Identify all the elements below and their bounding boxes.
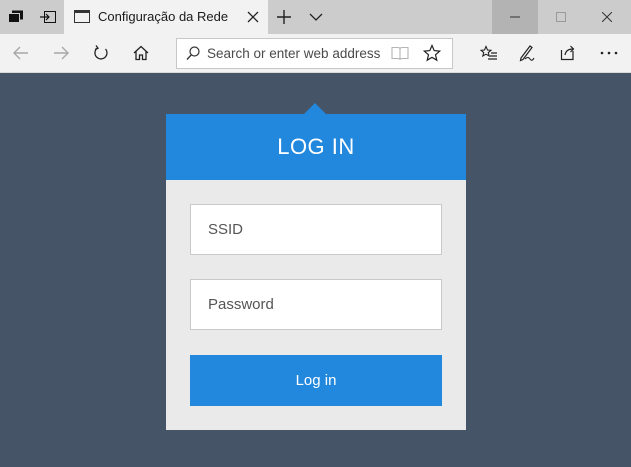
login-card: LOG IN Log in — [166, 114, 466, 430]
tab-manager-icon — [8, 10, 23, 23]
password-field[interactable] — [190, 279, 442, 330]
favorites-list-icon — [480, 45, 497, 60]
share-icon — [560, 45, 575, 61]
new-tab-button[interactable] — [268, 0, 300, 34]
refresh-button[interactable] — [82, 34, 120, 72]
plus-icon — [277, 10, 291, 24]
minimize-button[interactable] — [492, 0, 538, 34]
minimize-icon — [510, 16, 520, 18]
browser-toolbar — [0, 34, 631, 73]
refresh-icon — [94, 45, 108, 60]
share-button[interactable] — [550, 34, 588, 72]
notes-button[interactable] — [508, 34, 546, 72]
back-arrow-icon — [13, 46, 28, 60]
browser-titlebar: Configuração da Rede — [0, 0, 631, 34]
maximize-button[interactable] — [538, 0, 584, 34]
book-icon — [391, 46, 409, 61]
ellipsis-icon — [600, 51, 618, 55]
tab-manager-button[interactable] — [0, 0, 32, 34]
tab-list-button[interactable] — [300, 0, 332, 34]
close-tab-button[interactable] — [238, 0, 268, 34]
more-button[interactable] — [590, 34, 628, 72]
ssid-field[interactable] — [190, 204, 442, 255]
close-icon — [247, 11, 259, 23]
pen-icon — [519, 45, 535, 62]
page-icon — [74, 10, 90, 23]
set-aside-tabs-button[interactable] — [32, 0, 64, 34]
home-button[interactable] — [122, 34, 160, 72]
login-button[interactable]: Log in — [190, 355, 442, 406]
back-button[interactable] — [2, 34, 40, 72]
address-input[interactable] — [207, 39, 387, 68]
forward-button[interactable] — [42, 34, 80, 72]
star-icon[interactable] — [423, 44, 441, 62]
home-icon — [133, 45, 149, 61]
address-bar[interactable] — [176, 38, 453, 69]
window-close-icon — [602, 12, 612, 22]
tab-title: Configuração da Rede — [98, 9, 229, 24]
chevron-down-icon — [309, 13, 323, 21]
window-close-button[interactable] — [584, 0, 630, 34]
login-card-header: LOG IN — [166, 114, 466, 180]
login-title: LOG IN — [277, 134, 355, 159]
set-aside-tabs-icon — [40, 11, 56, 23]
search-icon — [186, 46, 200, 60]
forward-arrow-icon — [54, 46, 69, 60]
maximize-icon — [556, 12, 566, 22]
tab-active[interactable]: Configuração da Rede — [64, 0, 268, 34]
favorites-hub-button[interactable] — [470, 34, 508, 72]
card-pointer-arrow — [304, 103, 326, 114]
